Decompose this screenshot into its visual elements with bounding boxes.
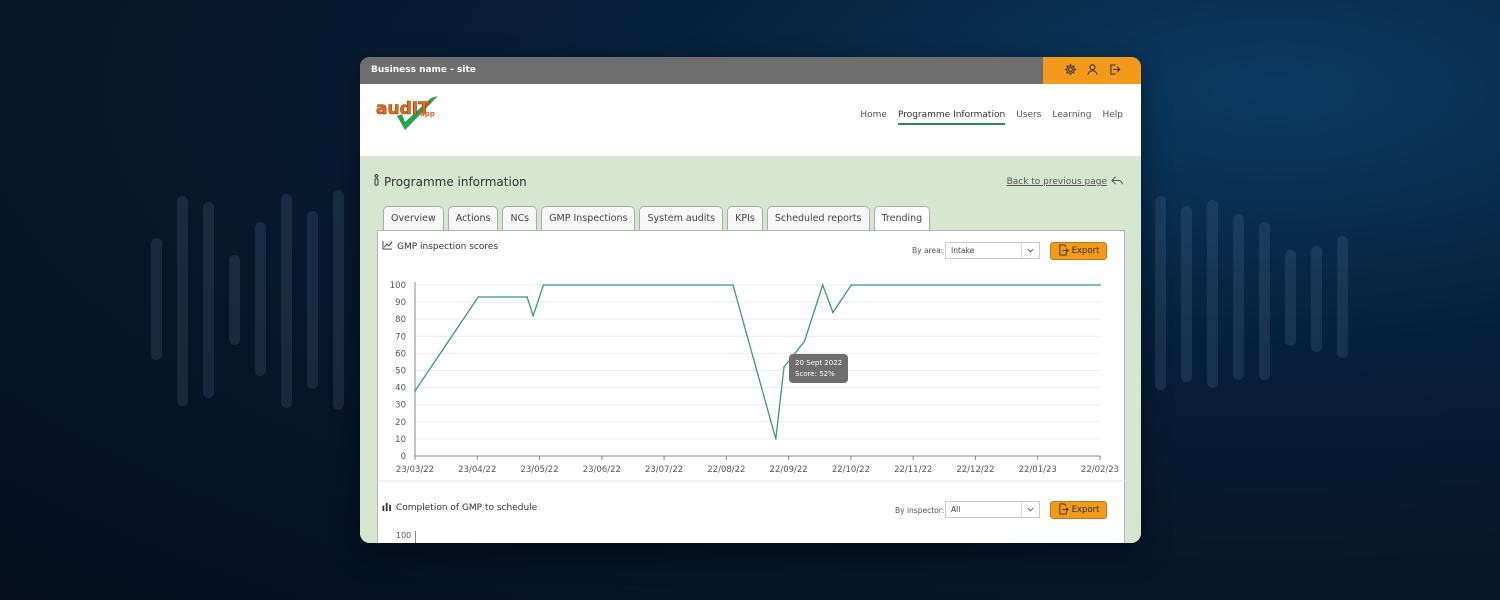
data-point-0 [414, 390, 416, 392]
tab-actions[interactable]: Actions [447, 206, 499, 230]
x-tick-label-11: 22/02/23 [1081, 465, 1119, 475]
page-title-text: Programme information [384, 174, 527, 189]
y-tick-label-70: 70 [395, 332, 406, 342]
x-tick-label-7: 22/10/22 [832, 465, 870, 475]
y-tick-label-90: 90 [395, 298, 406, 308]
nav-programme-information[interactable]: Programme Information [897, 110, 1006, 125]
inspector-select[interactable]: All [945, 501, 1040, 518]
tab-gmp-inspections[interactable]: GMP Inspections [541, 206, 636, 230]
data-point-9 [821, 284, 824, 286]
x-tick-label-4: 23/07/22 [645, 465, 683, 475]
user-icon[interactable] [1086, 61, 1099, 80]
series-line-gmp-scores [414, 283, 1100, 440]
back-link-text: Back to previous page [1006, 177, 1107, 187]
data-point-8 [803, 340, 806, 343]
y-tick-label-50: 50 [395, 367, 406, 377]
inspector-filter-label: By inspector: [895, 506, 945, 515]
page-title: Programme information [373, 174, 527, 189]
tab-bar: Overview Actions NCs GMP Inspections Sys… [383, 206, 931, 230]
info-icon [373, 174, 380, 189]
y-tick-label-20: 20 [395, 418, 406, 428]
chart-tooltip: 20 Sept 2022 Score: 52% [789, 354, 849, 383]
trending-panel: GMP inspection scores By area: Intake Ex… [377, 230, 1126, 543]
data-point-4 [542, 284, 545, 286]
completion-title-text: Completion of GMP to schedule [396, 503, 538, 513]
x-tick-label-10: 22/01/23 [1019, 465, 1057, 475]
completion-title: Completion of GMP to schedule [382, 502, 537, 514]
nav-learning[interactable]: Learning [1052, 110, 1091, 125]
y-tick-label-100: 100 [390, 281, 406, 291]
logout-icon[interactable] [1108, 61, 1121, 80]
tab-ncs[interactable]: NCs [502, 206, 538, 230]
y-tick-label-0: 0 [401, 452, 406, 462]
x-tick-label-0: 23/03/22 [396, 465, 434, 475]
y-tick-label-30: 30 [395, 401, 406, 411]
export-button-2[interactable]: Export [1050, 501, 1107, 519]
data-point-12 [1099, 284, 1101, 286]
app-window: Business name - site audIT app Home Prog… [360, 57, 1141, 543]
y-tick-label-10: 10 [395, 435, 406, 445]
bar-chart-icon [382, 502, 392, 514]
business-name: Business name - site [371, 65, 476, 75]
main-nav: Home Programme Information Users Learnin… [860, 110, 1123, 125]
x-tick-label-6: 22/09/22 [770, 465, 808, 475]
gmp-scores-chart: 0 10 20 30 40 50 60 70 80 90 100 23/03/22 23/04/22 23… [378, 281, 1126, 482]
data-point-3 [532, 314, 535, 317]
x-tick-label-9: 22/12/22 [956, 465, 994, 475]
x-tick-label-3: 23/06/22 [583, 465, 621, 475]
y-tick-label-80: 80 [395, 315, 406, 325]
audit-logo[interactable]: audIT app [375, 94, 441, 132]
data-point-10 [832, 311, 834, 314]
nav-home[interactable]: Home [860, 110, 887, 125]
y-tick-label-40: 40 [395, 384, 406, 394]
top-actions [1043, 57, 1141, 84]
tooltip-date: 20 Sept 2022 [795, 359, 843, 367]
y-tick-label-60: 60 [395, 349, 406, 359]
x-tick-label-2: 23/05/22 [520, 465, 558, 475]
data-point-11 [850, 284, 853, 286]
main-content: Programme information Back to previous p… [360, 157, 1141, 543]
data-point-5 [732, 284, 734, 286]
completion-y-axis [415, 531, 416, 543]
tab-system-audits[interactable]: System audits [639, 206, 724, 230]
nav-help[interactable]: Help [1102, 110, 1123, 125]
tab-overview[interactable]: Overview [383, 206, 444, 230]
export-icon [1058, 503, 1069, 518]
chevron-down-icon [1021, 502, 1039, 517]
x-tick-label-8: 22/11/22 [894, 465, 932, 475]
nav-users[interactable]: Users [1016, 110, 1041, 125]
completion-y-tick-100: 100 [396, 531, 412, 540]
tab-kpis[interactable]: KPIs [727, 206, 763, 230]
tooltip-score: Score: 52% [795, 369, 835, 378]
x-tick-label-1: 23/04/22 [458, 465, 496, 475]
back-arrow-icon [1111, 176, 1123, 188]
tab-scheduled-reports[interactable]: Scheduled reports [766, 206, 870, 230]
data-point-6 [775, 438, 777, 440]
inspector-select-value: All [951, 505, 961, 514]
header: audIT app Home Programme Information Use… [360, 84, 1141, 157]
data-point-1 [477, 296, 479, 298]
export-button-2-label: Export [1071, 505, 1100, 515]
top-bar: Business name - site [360, 57, 1141, 84]
x-tick-label-5: 22/08/22 [707, 465, 745, 475]
svg-text:app: app [420, 110, 435, 118]
data-point-7 [783, 366, 785, 368]
gear-icon[interactable] [1064, 61, 1077, 80]
tab-trending[interactable]: Trending [873, 206, 931, 230]
data-point-2 [526, 296, 528, 298]
back-link[interactable]: Back to previous page [1007, 176, 1123, 188]
